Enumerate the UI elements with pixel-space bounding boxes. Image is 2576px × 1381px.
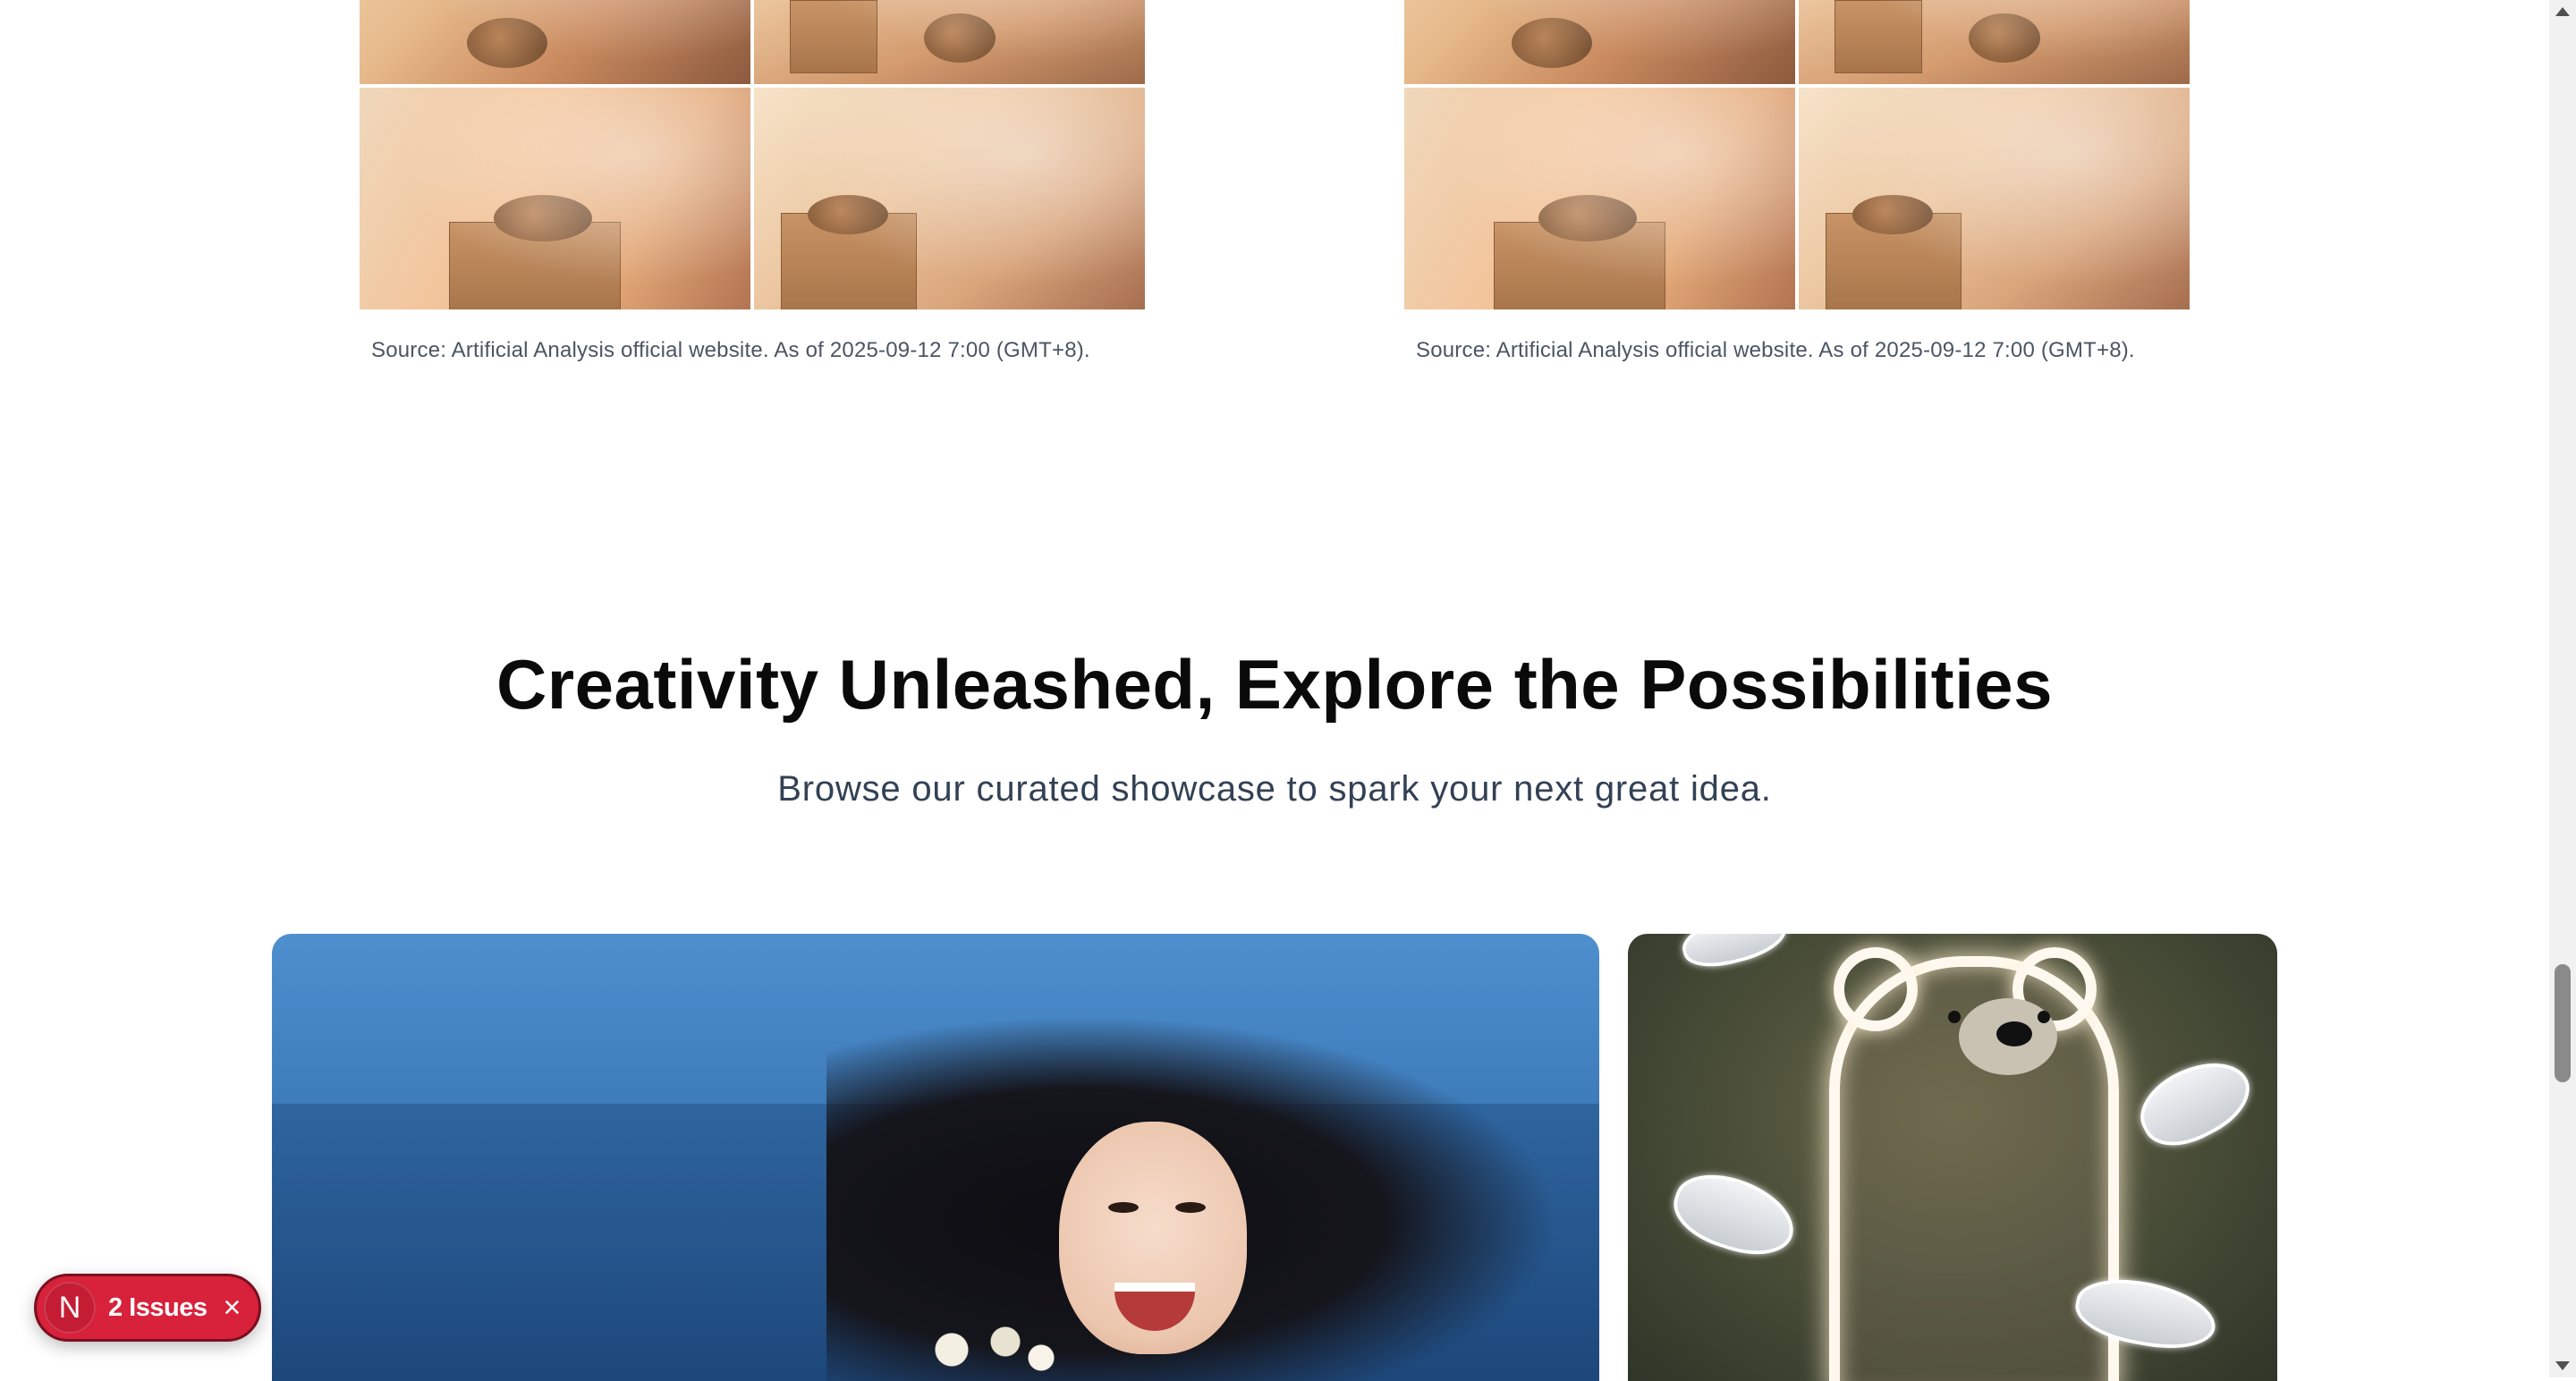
comparison-image xyxy=(360,88,750,309)
n-logo-icon: N xyxy=(44,1282,96,1334)
showcase-card-portrait[interactable] xyxy=(272,934,1599,1381)
eye-left xyxy=(1108,1202,1139,1213)
comparison-image xyxy=(1404,88,1795,309)
comparison-image xyxy=(360,0,750,84)
comparison-image xyxy=(1799,88,2190,309)
scroll-up-arrow-icon[interactable] xyxy=(2555,7,2570,16)
comparison-image xyxy=(754,0,1145,84)
showcase-subheading: Browse our curated showcase to spark you… xyxy=(777,769,1772,809)
issues-count-label[interactable]: 2 Issues xyxy=(108,1293,208,1323)
bear-eye-right xyxy=(2038,1011,2050,1023)
comparison-grid-left xyxy=(360,0,1145,309)
image-caption: Source: Artificial Analysis official web… xyxy=(371,338,1090,362)
bear-eye-left xyxy=(1948,1011,1961,1023)
close-icon[interactable]: × xyxy=(223,1292,241,1323)
showcase-heading: Creativity Unleashed, Explore the Possib… xyxy=(496,645,2054,724)
bear-nose xyxy=(1996,1021,2032,1046)
seal-sticker xyxy=(1677,934,1792,976)
comparison-grid-right xyxy=(1404,0,2190,309)
flower-bouquet xyxy=(898,1309,1077,1381)
image-caption: Source: Artificial Analysis official web… xyxy=(1416,338,2135,362)
comparison-image xyxy=(1799,0,2190,84)
seal-sticker xyxy=(2128,1045,2262,1161)
scroll-down-arrow-icon[interactable] xyxy=(2555,1361,2570,1370)
scroll-thumb[interactable] xyxy=(2555,964,2571,1082)
comparison-image xyxy=(754,88,1145,309)
comparison-image xyxy=(1404,0,1795,84)
page-scrollbar[interactable] xyxy=(2549,0,2576,1377)
issues-badge[interactable]: N 2 Issues × xyxy=(34,1274,261,1342)
showcase-card-bear[interactable] xyxy=(1628,934,2277,1381)
seal-sticker xyxy=(1665,1162,1804,1267)
bear-ear-left xyxy=(1834,947,1918,1031)
eye-right xyxy=(1175,1202,1206,1213)
